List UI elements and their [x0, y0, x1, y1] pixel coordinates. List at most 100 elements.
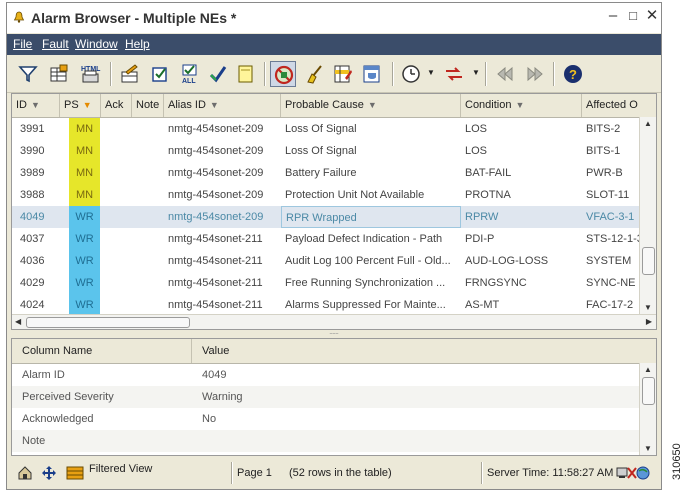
cell-probable-cause: Payload Defect Indication - Path: [285, 233, 443, 245]
next-page-button[interactable]: [522, 61, 548, 87]
maximize-button[interactable]: □: [625, 8, 641, 24]
previous-page-button[interactable]: [492, 61, 518, 87]
highlight-button[interactable]: [330, 61, 356, 87]
sort-icon: ▼: [31, 100, 40, 110]
html-export-button[interactable]: HTML: [77, 61, 103, 87]
table-view-button[interactable]: [46, 61, 72, 87]
table-row[interactable]: 4029 WR nmtg-454sonet-211 Free Running Sync…: [12, 272, 640, 294]
scroll-left-icon[interactable]: ◀: [15, 317, 21, 326]
menu-help[interactable]: Help: [125, 37, 150, 51]
cell-affected-object: BITS-1: [586, 145, 621, 157]
menu-file[interactable]: File: [13, 37, 32, 51]
scrollbar-thumb[interactable]: [26, 317, 190, 328]
close-button[interactable]: ✕: [644, 8, 660, 24]
menu-fault[interactable]: Fault: [42, 37, 69, 51]
cell-ack: [101, 206, 132, 228]
table-row[interactable]: 3991 MN nmtg-454sonet-209 Loss Of Signal LOS…: [12, 118, 640, 140]
cell-affected-object: SLOT-11: [586, 189, 630, 201]
cell-note: [132, 206, 164, 228]
cell-severity: MN: [69, 184, 100, 206]
page-indicator: Page 1: [237, 467, 272, 479]
column-header-column-name[interactable]: Column Name: [12, 339, 192, 363]
time-range-dropdown-icon[interactable]: ▼: [427, 68, 435, 77]
minimize-button[interactable]: ‒: [605, 8, 621, 24]
column-header-affected-object[interactable]: Affected O: [582, 94, 656, 117]
database-button[interactable]: [359, 61, 385, 87]
cell-ack: [101, 118, 132, 140]
time-range-button[interactable]: [398, 61, 424, 87]
svg-text:ALL: ALL: [182, 78, 196, 84]
filter-button[interactable]: [15, 61, 41, 87]
clear-alarm-button[interactable]: [205, 61, 231, 87]
table-row[interactable]: 4049 WR nmtg-454sonet-209 RPR Wrapped RPRW VF…: [12, 206, 640, 228]
column-header-condition[interactable]: Condition ▼: [461, 94, 582, 117]
cell-id: 4024: [20, 299, 45, 311]
table-row[interactable]: 3988 MN nmtg-454sonet-209 Protection Unit N…: [12, 184, 640, 206]
cell-id: 4029: [20, 277, 45, 289]
figure-id: 310650: [671, 443, 683, 480]
table-row[interactable]: 3990 MN nmtg-454sonet-209 Loss Of Signal LOS…: [12, 140, 640, 162]
column-header-id[interactable]: ID ▼: [12, 94, 60, 117]
help-button[interactable]: ?: [560, 61, 586, 87]
row-count: (52 rows in the table): [289, 467, 392, 479]
connection-status-icon[interactable]: [616, 465, 650, 481]
acknowledge-button[interactable]: [147, 61, 173, 87]
detail-row[interactable]: Acknowledged No: [12, 408, 640, 430]
sync-button[interactable]: [441, 61, 467, 87]
sticky-note-button[interactable]: [233, 61, 259, 87]
scrollbar-thumb[interactable]: [642, 247, 655, 275]
move-arrows-icon[interactable]: [41, 465, 57, 481]
suppress-toggle-button[interactable]: [270, 61, 296, 87]
cell-affected-object: PWR-B: [586, 167, 623, 179]
table-row[interactable]: 4036 WR nmtg-454sonet-211 Audit Log 100 Per…: [12, 250, 640, 272]
column-header-ack[interactable]: Ack: [101, 94, 132, 117]
scroll-right-icon[interactable]: ▶: [646, 317, 652, 326]
column-header-probable-cause[interactable]: Probable Cause ▼: [281, 94, 461, 117]
vertical-scrollbar[interactable]: ▲ ▼: [639, 117, 656, 314]
check-all-icon: ALL: [182, 64, 197, 84]
table-row[interactable]: 4037 WR nmtg-454sonet-211 Payload Defect In…: [12, 228, 640, 250]
scroll-up-icon[interactable]: ▲: [644, 365, 652, 374]
detail-vertical-scrollbar[interactable]: ▲ ▼: [639, 363, 656, 455]
cell-severity: WR: [69, 272, 100, 294]
pane-splitter[interactable]: ::::::: [11, 326, 657, 338]
cell-severity: WR: [69, 294, 100, 316]
detail-row[interactable]: Note: [12, 430, 640, 452]
scroll-up-icon[interactable]: ▲: [644, 119, 652, 128]
cell-id: 3991: [20, 123, 45, 135]
cell-probable-cause: Free Running Synchronization ...: [285, 277, 446, 289]
scroll-down-icon[interactable]: ▼: [644, 303, 652, 312]
alarm-detail-table: Column Name Value Alarm ID 4049 Perceived …: [11, 338, 657, 456]
menu-window[interactable]: Window: [75, 37, 118, 51]
table-row[interactable]: 3989 MN nmtg-454sonet-209 Battery Failure BA…: [12, 162, 640, 184]
cell-note: [132, 140, 164, 162]
cell-probable-cause: Alarms Suppressed For Mainte...: [285, 299, 446, 311]
sweep-button[interactable]: [302, 61, 328, 87]
column-header-alias-id[interactable]: Alias ID ▼: [164, 94, 281, 117]
filter-view-icon[interactable]: [66, 466, 84, 480]
splitter-grip-icon[interactable]: ::::::: [329, 326, 339, 336]
cell-alias-id: nmtg-454sonet-209: [168, 145, 264, 157]
column-header-value[interactable]: Value: [192, 339, 656, 363]
swap-arrows-icon: [446, 67, 462, 81]
detail-field-name: Alarm ID: [22, 369, 65, 381]
column-header-ps[interactable]: PS ▼: [60, 94, 101, 117]
sync-dropdown-icon[interactable]: ▼: [472, 68, 480, 77]
cell-note: [132, 272, 164, 294]
cell-id: 4049: [20, 211, 45, 223]
cell-condition: PROTNA: [465, 189, 511, 201]
cell-note: [132, 294, 164, 316]
acknowledge-all-button[interactable]: ALL: [177, 61, 203, 87]
status-bar: Filtered View Page 1 (52 rows in the tab…: [11, 459, 657, 487]
table-row[interactable]: 4024 WR nmtg-454sonet-211 Alarms Suppressed…: [12, 294, 640, 316]
scrollbar-thumb[interactable]: [642, 377, 655, 405]
detail-row[interactable]: Perceived Severity Warning: [12, 386, 640, 408]
cell-condition: LOS: [465, 123, 488, 135]
pencil-table-icon: [121, 64, 138, 83]
cell-ack: [101, 272, 132, 294]
scroll-down-icon[interactable]: ▼: [644, 444, 652, 453]
edit-note-button[interactable]: [117, 61, 143, 87]
column-header-note[interactable]: Note: [132, 94, 164, 117]
home-icon[interactable]: [17, 465, 33, 481]
detail-row[interactable]: Alarm ID 4049: [12, 364, 640, 386]
